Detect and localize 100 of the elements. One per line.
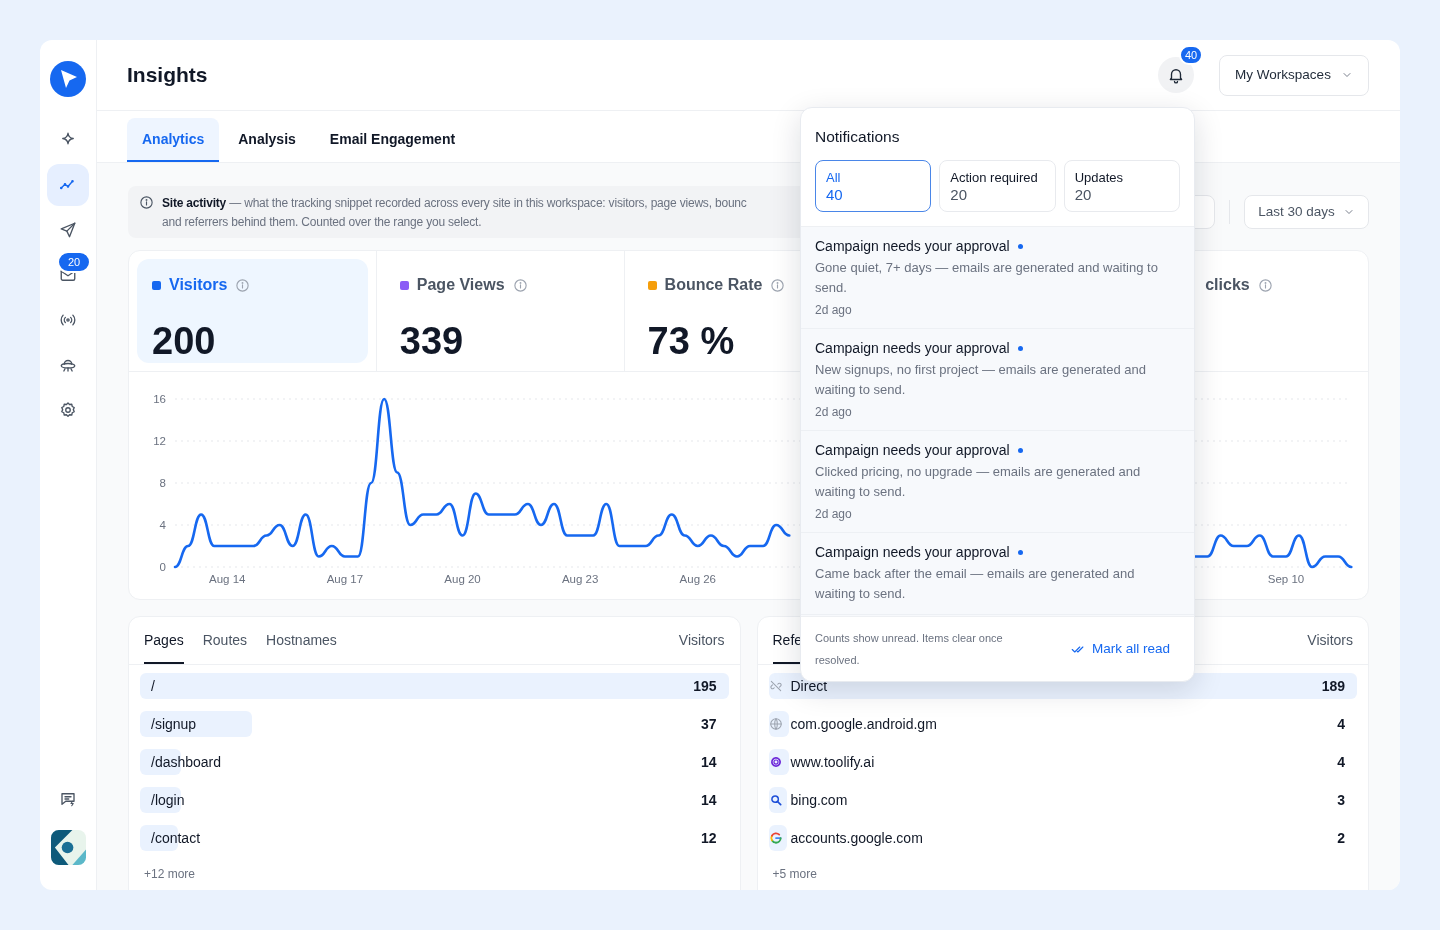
google-g-icon (768, 831, 783, 845)
table-row[interactable]: /login 14 (140, 787, 729, 813)
row-value: 12 (700, 828, 717, 848)
workspace-dropdown[interactable]: My Workspaces (1219, 54, 1369, 96)
count-badge: 20 (57, 251, 91, 273)
row-label: com.google.android.gm (790, 714, 937, 734)
info-icon (1257, 277, 1273, 293)
filter-tab[interactable]: Action required 20 (939, 160, 1056, 213)
filter-tab[interactable]: All 40 (815, 160, 932, 213)
notification-item[interactable]: Campaign needs your approval Came back after the email — emails are generated and waiting to send. (801, 533, 1194, 616)
notification-time: 2d ago (815, 404, 853, 421)
row-value: 189 (1321, 676, 1345, 696)
row-label: /signup (151, 714, 197, 734)
table-row[interactable]: /dashboard 14 (140, 749, 729, 775)
axis-label: Aug 14 (209, 573, 246, 585)
metric-value: 73 % (647, 319, 735, 363)
notification-item[interactable]: Campaign needs your approval Clicked pricing, no upgrade — emails are generated and waiting to send. 2d ago (801, 431, 1194, 534)
row-label: bing.com (790, 790, 848, 810)
footer-note: Counts show unread. Items clear once resolved. (815, 631, 1004, 668)
tab[interactable]: Hostnames (266, 617, 337, 664)
banner-text: Site activity — what the tracking snippet recorded across every site in this workspace: visitors, page views, bounc and referrers behind them. Counted over the range you select. (162, 195, 747, 231)
row-value: 4 (1337, 714, 1345, 734)
tab[interactable]: Analytics (127, 118, 220, 162)
row-label: /login (151, 790, 185, 810)
table-row[interactable]: www.toolify.ai 4 (768, 749, 1357, 775)
metric-label: Visitors (169, 275, 228, 295)
metric-label: Page Views (416, 275, 505, 295)
column-header: Visitors (1307, 631, 1353, 650)
filter-tab[interactable]: Updates 20 (1063, 160, 1180, 213)
notification-item[interactable]: Campaign needs your approval New signups, no first project — emails are generated and waiting to send. 2d ago (801, 329, 1194, 432)
ring-icon (768, 755, 783, 769)
table-row[interactable]: / 195 (140, 673, 729, 699)
unlink-icon (768, 679, 783, 693)
chat-icon (59, 790, 77, 808)
metric-value: 200 (152, 319, 216, 363)
table-row[interactable]: com.google.android.gm 4 (768, 711, 1357, 737)
metric-label: Bounce Rate (664, 275, 763, 295)
notification-title: Campaign needs your approval (815, 543, 1010, 563)
metric-card[interactable]: Visitors 200 (137, 259, 368, 363)
notification-item[interactable]: Campaign needs your approval Gone quiet, 7+ days — emails are generated and waiting to send. 2d ago (801, 227, 1194, 330)
info-icon (512, 277, 528, 293)
date-range-dropdown[interactable]: Last 30 days (1244, 195, 1369, 229)
settings-icon (59, 401, 77, 419)
notification-title: Campaign needs your approval (815, 441, 1010, 461)
row-label: /contact (151, 828, 201, 848)
row-value: 14 (700, 752, 717, 772)
row-label: Direct (790, 676, 828, 696)
axis-label: Aug 17 (326, 573, 364, 585)
tab[interactable]: Analysis (223, 118, 311, 162)
table-row[interactable]: bing.com 3 (768, 787, 1357, 813)
notification-time: 2d ago (815, 506, 853, 523)
axis-label: 4 (159, 519, 166, 531)
axis-label: 0 (159, 561, 166, 573)
bell-icon (1167, 66, 1185, 84)
mark-all-read-button[interactable]: Mark all read (1070, 638, 1170, 660)
notification-time: 2d ago (815, 302, 853, 319)
axis-label: 16 (153, 393, 166, 405)
panel-title: Notifications (815, 127, 901, 147)
notification-title: Campaign needs your approval (815, 237, 1010, 257)
row-label: accounts.google.com (790, 828, 923, 848)
info-icon (235, 277, 251, 293)
more-link[interactable]: +5 more (772, 867, 817, 881)
app-avatar-icon (50, 830, 86, 865)
sidebar-item[interactable]: 20 (47, 254, 89, 296)
notifications-button[interactable] (1158, 57, 1194, 93)
table-row[interactable]: accounts.google.com 2 (768, 825, 1357, 851)
tab[interactable]: Pages (144, 617, 184, 664)
count-badge: 40 (1179, 45, 1204, 65)
row-value: 37 (700, 714, 717, 734)
axis-label: Sep 10 (1267, 573, 1305, 585)
axis-label: Aug 20 (444, 573, 481, 585)
row-label: www.toolify.ai (790, 752, 875, 772)
info-icon (139, 195, 154, 210)
globe-icon (768, 717, 783, 731)
axis-label: 12 (153, 435, 166, 447)
notification-text: New signups, no first project — emails are generated and waiting to send. (815, 361, 1147, 400)
tab[interactable]: Email Engagement (314, 118, 471, 162)
column-header: Visitors (678, 631, 725, 650)
notification-text: Came back after the email — emails are generated and waiting to send. (815, 565, 1136, 604)
info-icon (770, 277, 786, 293)
row-value: 3 (1337, 790, 1345, 810)
metric-label: clicks (1205, 275, 1250, 295)
page-title: Insights (127, 62, 208, 89)
row-value: 195 (693, 676, 717, 696)
table-row[interactable]: /contact 12 (140, 825, 729, 851)
table-row[interactable]: /signup 37 (140, 711, 729, 737)
row-value: 4 (1337, 752, 1345, 772)
send-icon (59, 221, 77, 239)
row-value: 2 (1337, 828, 1345, 848)
row-value: 14 (700, 790, 717, 810)
tab[interactable]: Routes (202, 617, 248, 664)
axis-label: 8 (159, 477, 166, 489)
row-label: /dashboard (151, 752, 222, 772)
metric-value: 339 (399, 319, 464, 363)
axis-label: Aug 23 (561, 573, 599, 585)
row-label: / (151, 676, 155, 696)
logo-icon (50, 61, 86, 97)
notification-text: Clicked pricing, no upgrade — emails are generated and waiting to send. (815, 463, 1142, 502)
axis-label: Aug 26 (679, 573, 717, 585)
more-link[interactable]: +12 more (144, 867, 196, 881)
